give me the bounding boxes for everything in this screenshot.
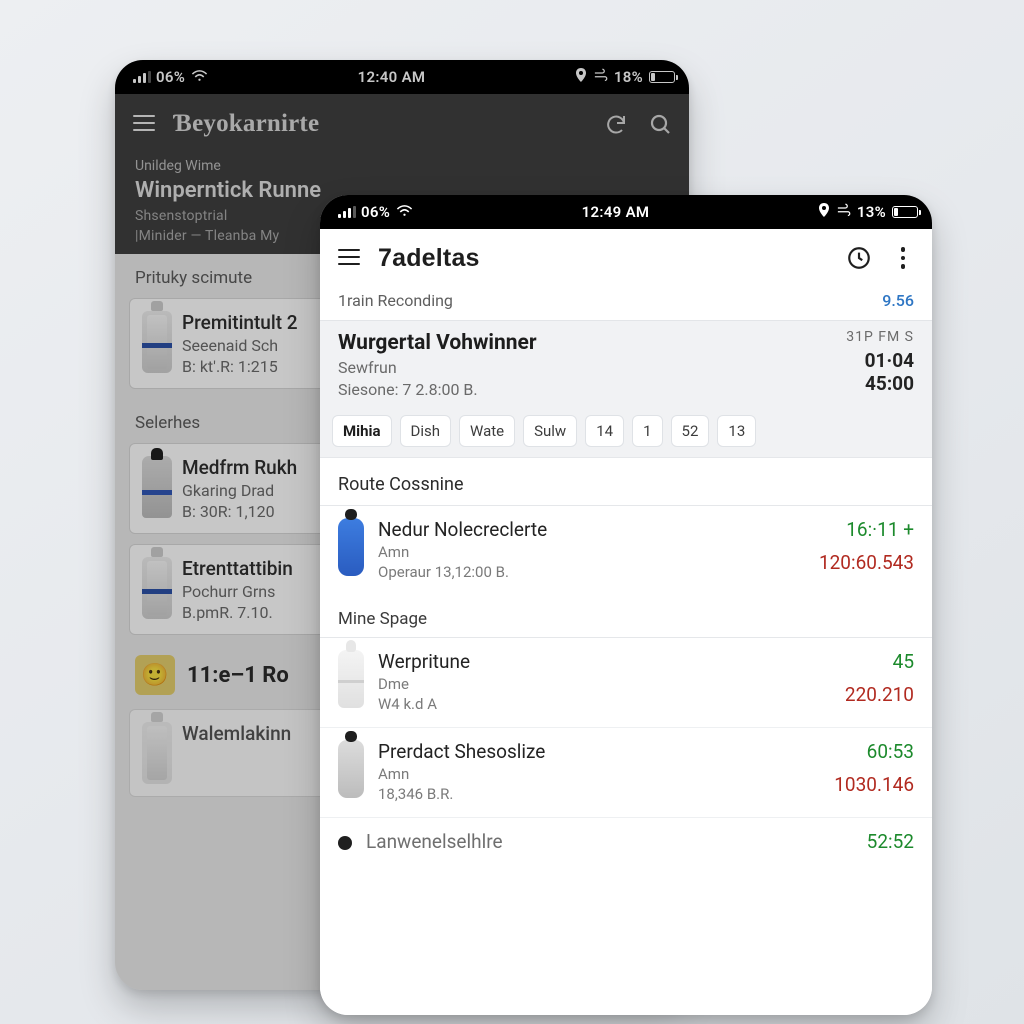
summary-label: 11:e–1 Ro: [187, 663, 289, 688]
subhead-small: Unildeg Wime: [135, 158, 669, 174]
pen-icon: [142, 456, 172, 518]
header-right-2: 01·04: [846, 349, 914, 372]
appbar-back: Ɓeyokarnirte: [115, 94, 689, 154]
bottle-icon: [142, 722, 172, 784]
carrier-pct: 06%: [361, 203, 390, 221]
menu-button[interactable]: [334, 243, 364, 273]
wifi-icon: [396, 203, 413, 221]
item-value-red: 1030.146: [834, 773, 914, 796]
wifi-icon: [191, 68, 208, 86]
dot-icon: [338, 836, 352, 850]
list-item[interactable]: Prerdact Shesoslize Amn 18,346 B.R. 60:5…: [320, 727, 932, 817]
list-item[interactable]: Lanwenelselhlre 52:52: [320, 817, 932, 853]
app-title: 7adeltas: [378, 244, 830, 273]
bottle-icon: [142, 557, 172, 619]
item-value-red: 220.210: [845, 683, 914, 706]
chip[interactable]: Dish: [400, 415, 452, 447]
header-right-3: 45:00: [846, 372, 914, 395]
item-title: Lanwenelselhlre: [366, 830, 853, 853]
recording-row[interactable]: 1rain Reconding 9.56: [320, 287, 932, 320]
item-value-green: 45: [845, 650, 914, 673]
header-right-1: 31P FM S: [846, 329, 914, 345]
list-item[interactable]: Nedur Nolecreclerte Amn Operaur 13,12:00…: [320, 506, 932, 595]
header-block: Wurgertal Vohwinner Sewfrun Siesone: 7 2…: [320, 320, 932, 407]
wind-icon: [836, 203, 851, 222]
bottle-icon: [142, 311, 172, 373]
item-sub: Dme: [378, 675, 831, 693]
section-route: Route Cossnine: [320, 458, 932, 505]
capsule-blue-icon: [338, 518, 364, 576]
header-sub2: Siesone: 7 2.8:00 B.: [338, 380, 914, 399]
phone-front: 06% 12:49 AM 13% 7adeltas 1rain: [320, 195, 932, 1015]
item-meta: 18,346 B.R.: [378, 785, 820, 803]
app-title: Ɓeyokarnirte: [173, 110, 587, 138]
item-title: Nedur Nolecreclerte: [378, 518, 805, 541]
recording-label: 1rain Reconding: [338, 291, 453, 310]
chip[interactable]: Mihia: [332, 415, 392, 447]
smiley-icon: 🙂: [135, 655, 175, 695]
status-time: 12:49 AM: [413, 203, 818, 221]
chip[interactable]: 14: [585, 415, 624, 447]
appbar-front: 7adeltas: [320, 229, 932, 287]
statusbar: 06% 12:40 AM 18%: [115, 60, 689, 94]
chip[interactable]: Wate: [459, 415, 515, 447]
battery-pct: 13%: [857, 203, 886, 221]
more-button[interactable]: [888, 243, 918, 273]
item-value-green: 60:53: [834, 740, 914, 763]
signal-icon: [338, 207, 355, 218]
recording-value: 9.56: [882, 291, 914, 310]
chip-row: Mihia Dish Wate Sulw 14 1 52 13: [320, 407, 932, 458]
item-value-green: 52:52: [867, 830, 914, 853]
chip[interactable]: Sulw: [523, 415, 577, 447]
battery-icon: [892, 206, 918, 218]
menu-button[interactable]: [129, 109, 159, 139]
item-sub: Amn: [378, 765, 820, 783]
refresh-icon[interactable]: [601, 109, 631, 139]
search-icon[interactable]: [645, 109, 675, 139]
item-sub: Amn: [378, 543, 805, 561]
clock-icon[interactable]: [844, 243, 874, 273]
battery-pct: 18%: [614, 68, 643, 86]
header-title: Wurgertal Vohwinner: [338, 331, 914, 355]
item-title: Werpritune: [378, 650, 831, 673]
location-icon: [575, 68, 587, 86]
carrier-pct: 06%: [156, 68, 185, 86]
chip[interactable]: 13: [717, 415, 756, 447]
battery-icon: [649, 71, 675, 83]
header-sub1: Sewfrun: [338, 358, 914, 377]
bottle-white-icon: [338, 650, 364, 708]
location-icon: [818, 203, 830, 221]
list-item[interactable]: Werpritune Dme W4 k.d A 45 220.210: [320, 638, 932, 727]
capsule-gray-icon: [338, 740, 364, 798]
item-value-red: 120:60.543: [819, 551, 914, 574]
statusbar: 06% 12:49 AM 13%: [320, 195, 932, 229]
item-meta: W4 k.d A: [378, 695, 831, 713]
item-title: Prerdact Shesoslize: [378, 740, 820, 763]
section-mine: Mine Spage: [320, 595, 932, 637]
status-time: 12:40 AM: [208, 68, 575, 86]
signal-icon: [133, 72, 150, 83]
chip[interactable]: 52: [671, 415, 710, 447]
item-value-green: 16:·11 +: [819, 518, 914, 541]
chip[interactable]: 1: [632, 415, 662, 447]
item-meta: Operaur 13,12:00 B.: [378, 563, 805, 581]
wind-icon: [593, 68, 608, 87]
